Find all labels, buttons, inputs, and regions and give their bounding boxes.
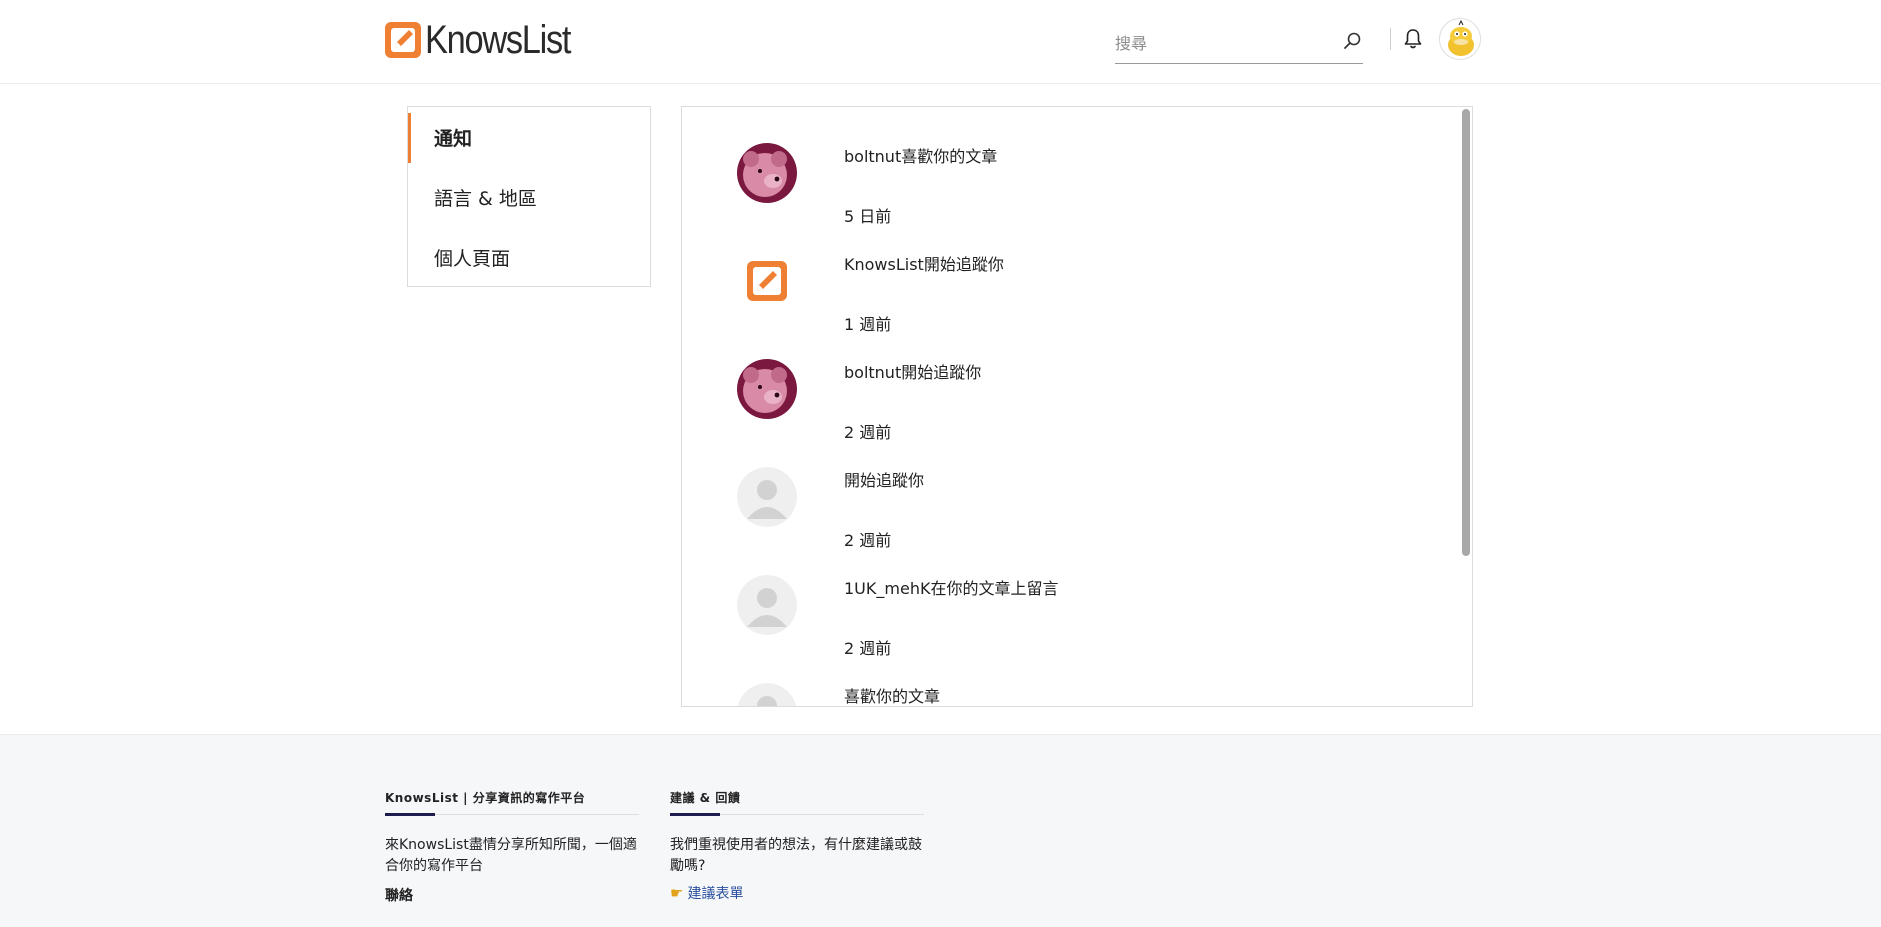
footer-contact-heading: 聯絡 [385,888,413,904]
pointing-hand-icon: ☛ [670,884,684,902]
default-user-icon [737,683,797,706]
default-user-icon [737,575,797,635]
notification-item[interactable]: 喜歡你的文章 [682,647,1452,706]
header-divider [1390,28,1391,50]
avatar [737,251,797,311]
top-header: KnowsList [0,0,1881,84]
scrollbar[interactable] [1460,107,1472,706]
footer-feedback: 建議 & 回饋 我們重視使用者的想法，有什麼建議或鼓勵嗎? ☛ 建議表單 [670,789,924,903]
feedback-form-label: 建議表單 [687,886,744,902]
notification-text: 開始追蹤你 [844,471,925,490]
scrollbar-thumb[interactable] [1462,109,1470,556]
footer-feedback-title: 建議 & 回饋 [670,789,924,816]
search-icon[interactable] [1341,30,1363,52]
notification-text: boltnut喜歡你的文章 [844,147,998,166]
pencil-logo-icon [385,22,421,58]
footer-feedback-desc: 我們重視使用者的想法，有什麼建議或鼓勵嗎? [670,837,922,874]
avatar [737,359,797,419]
notification-item[interactable]: boltnut開始追蹤你 2 週前 [682,323,1452,442]
notification-item[interactable]: boltnut喜歡你的文章 5 日前 [682,107,1452,226]
sidebar-item-label: 個人頁面 [434,247,511,270]
sidebar-item-profile[interactable]: 個人頁面 [408,227,650,287]
footer-about-title: KnowsList | 分享資訊的寫作平台 [385,789,639,816]
notification-text: 1UK_mehK在你的文章上留言 [844,579,1059,598]
search-input[interactable] [1115,28,1335,58]
footer-about: KnowsList | 分享資訊的寫作平台 來KnowsList盡情分享所知所聞… [385,789,639,905]
notification-text: KnowsList開始追蹤你 [844,255,1004,274]
sidebar-item-notifications[interactable]: 通知 [408,107,650,167]
notifications-panel: boltnut喜歡你的文章 5 日前 KnowsList開始追蹤你 1 週前 b… [681,106,1473,707]
brand-logo[interactable]: KnowsList [385,20,594,60]
sidebar-item-label: 語言 & 地區 [434,187,537,210]
notification-item[interactable]: 1UK_mehK在你的文章上留言 2 週前 [682,539,1452,658]
notification-item[interactable]: 開始追蹤你 2 週前 [682,431,1452,550]
user-avatar[interactable] [1439,18,1481,60]
sidebar-item-label: 通知 [434,127,473,150]
search-box [1115,24,1363,64]
settings-sidebar: 通知 語言 & 地區 個人頁面 [407,106,651,287]
notification-item[interactable]: KnowsList開始追蹤你 1 週前 [682,215,1452,334]
sidebar-item-language-region[interactable]: 語言 & 地區 [408,167,650,227]
page-footer: KnowsList | 分享資訊的寫作平台 來KnowsList盡情分享所知所聞… [0,734,1881,927]
brand-name: KnowsList [425,18,571,62]
footer-about-desc: 來KnowsList盡情分享所知所聞，一個適合你的寫作平台 [385,837,637,874]
notification-text: boltnut開始追蹤你 [844,363,982,382]
feedback-form-link[interactable]: ☛ 建議表單 [670,883,924,903]
notification-text: 喜歡你的文章 [844,687,941,706]
bell-icon[interactable] [1400,26,1426,52]
default-user-icon [737,467,797,527]
avatar [737,143,797,203]
